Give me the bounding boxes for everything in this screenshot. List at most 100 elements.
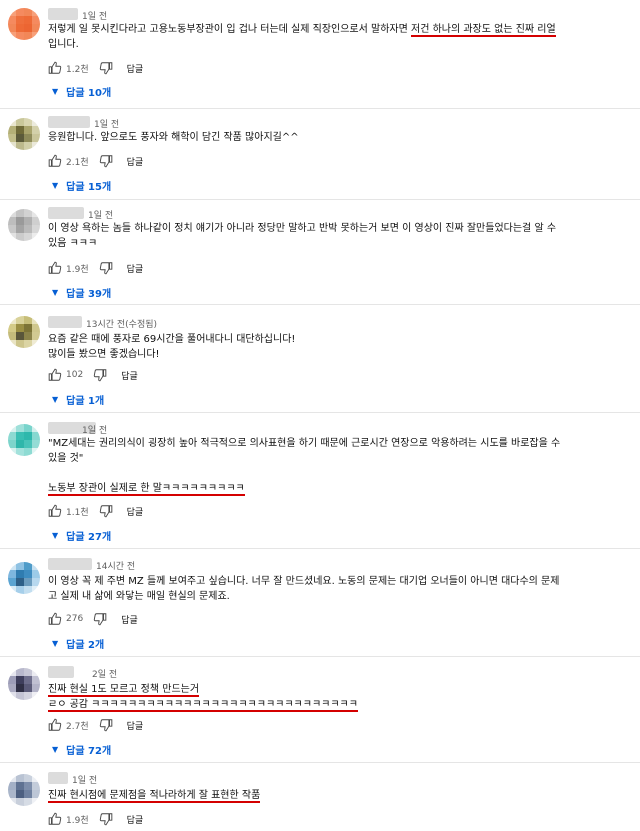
chevron-down-icon: ▼ — [52, 180, 59, 190]
separator — [0, 548, 640, 549]
reply-button[interactable]: 답글 — [127, 719, 144, 732]
like-count: 2.7천 — [66, 721, 89, 732]
comment-actions: 2.7천 답글 — [48, 718, 143, 732]
author-name[interactable] — [48, 558, 92, 570]
reply-button[interactable]: 답글 — [127, 813, 144, 826]
view-replies-button[interactable]: ▼ 답글 15개 — [52, 178, 112, 193]
replies-label: 답글 39개 — [66, 288, 112, 300]
thumbs-up-icon[interactable] — [48, 368, 62, 382]
view-replies-button[interactable]: ▼ 답글 27개 — [52, 528, 112, 543]
thumbs-down-icon[interactable] — [99, 812, 113, 826]
thumbs-down-icon[interactable] — [99, 154, 113, 168]
avatar[interactable] — [8, 774, 40, 806]
replies-label: 답글 72개 — [66, 745, 112, 757]
comment-text: 이 영상 꼭 제 주변 MZ 들께 보여주고 싶습니다. 너무 잘 만드셨네요.… — [48, 576, 560, 602]
separator — [0, 304, 640, 305]
like-count: 102 — [66, 370, 84, 380]
separator — [0, 199, 640, 200]
thumbs-down-icon[interactable] — [93, 612, 107, 626]
avatar[interactable] — [8, 316, 40, 348]
author-name[interactable] — [48, 116, 90, 128]
chevron-down-icon: ▼ — [52, 394, 59, 404]
highlighted-text-2: ㄹㅇ 공감 ㅋㅋㅋㅋㅋㅋㅋㅋㅋㅋㅋㅋㅋㅋㅋㅋㅋㅋㅋㅋㅋㅋㅋㅋㅋㅋㅋㅋㅋ — [48, 699, 358, 712]
comment-text: 응원합니다. 앞으로도 풍자와 해학이 담긴 작품 많아지길^^ — [48, 132, 299, 143]
replies-label: 답글 10개 — [66, 87, 112, 99]
avatar[interactable] — [8, 424, 40, 456]
comment-text: "MZ세대는 권리의식이 굉장히 높아 적극적으로 의사표현을 하기 때문에 근… — [48, 438, 561, 496]
reply-button[interactable]: 답글 — [121, 613, 138, 626]
author-name[interactable] — [48, 316, 82, 328]
separator — [0, 108, 640, 109]
comment-time[interactable]: 1일 전 — [94, 117, 119, 130]
chevron-down-icon: ▼ — [52, 638, 59, 648]
reply-button[interactable]: 답글 — [127, 62, 144, 75]
like-count: 1.9천 — [66, 264, 89, 275]
view-replies-button[interactable]: ▼ 답글 1개 — [52, 392, 105, 407]
view-replies-button[interactable]: ▼ 답글 39개 — [52, 285, 112, 300]
comment-time[interactable]: 14시간 전 — [96, 559, 135, 572]
reply-button[interactable]: 답글 — [127, 505, 144, 518]
comment-time[interactable]: 1일 전 — [82, 9, 107, 22]
author-name[interactable] — [48, 666, 74, 678]
thumbs-down-icon[interactable] — [99, 718, 113, 732]
view-replies-button[interactable]: ▼ 답글 2개 — [52, 636, 105, 651]
replies-label: 답글 2개 — [66, 639, 105, 651]
comment-time[interactable]: 1일 전 — [88, 208, 113, 221]
author-name[interactable] — [48, 772, 68, 784]
reply-button[interactable]: 답글 — [127, 155, 144, 168]
thumbs-up-icon[interactable] — [48, 261, 62, 275]
comment-actions: 1.9천 답글 — [48, 812, 143, 826]
comment-text: 진짜 현실 1도 모르고 정책 만드는거 ㄹㅇ 공감 ㅋㅋㅋㅋㅋㅋㅋㅋㅋㅋㅋㅋㅋㅋ… — [48, 682, 588, 712]
comment-actions: 1.1천 답글 — [48, 504, 143, 518]
like-count: 1.1천 — [66, 507, 89, 518]
view-replies-button[interactable]: ▼ 답글 72개 — [52, 742, 112, 757]
separator — [0, 656, 640, 657]
reply-button[interactable]: 답글 — [127, 262, 144, 275]
thumbs-up-icon[interactable] — [48, 504, 62, 518]
thumbs-down-icon[interactable] — [99, 504, 113, 518]
like-count: 1.2천 — [66, 64, 89, 75]
like-count: 2.1천 — [66, 157, 89, 168]
comment-actions: 102 답글 — [48, 368, 138, 382]
thumbs-up-icon[interactable] — [48, 812, 62, 826]
comment-text: 요즘 같은 때에 풍자로 69시간을 풀어내다니 대단하십니다! 많이들 봤으면… — [48, 334, 296, 360]
like-count: 276 — [66, 614, 84, 624]
thumbs-up-icon[interactable] — [48, 612, 62, 626]
thumbs-up-icon[interactable] — [48, 718, 62, 732]
comment-time[interactable]: 2일 전 — [92, 667, 117, 680]
avatar[interactable] — [8, 8, 40, 40]
author-name[interactable] — [48, 207, 84, 219]
chevron-down-icon: ▼ — [52, 744, 59, 754]
comment-time[interactable]: 1일 전 — [82, 423, 107, 436]
highlighted-text: 저건 하나의 과장도 없는 진짜 리얼 — [411, 24, 556, 37]
replies-label: 답글 27개 — [66, 531, 112, 543]
separator — [0, 762, 640, 763]
view-replies-button[interactable]: ▼ 답글 10개 — [52, 84, 112, 99]
chevron-down-icon: ▼ — [52, 287, 59, 297]
highlighted-text: 노동부 장관이 실제로 한 말ㅋㅋㅋㅋㅋㅋㅋㅋㅋ — [48, 483, 245, 496]
comment-text: 이 영상 욕하는 놈들 하나같이 정치 얘기가 아니라 정당만 말하고 반박 못… — [48, 223, 557, 249]
chevron-down-icon: ▼ — [52, 530, 59, 540]
avatar[interactable] — [8, 209, 40, 241]
replies-label: 답글 1개 — [66, 395, 105, 407]
highlighted-text: 진짜 현실 1도 모르고 정책 만드는거 — [48, 684, 200, 697]
author-name[interactable] — [48, 8, 78, 20]
comment-text: 진짜 현시점에 문제점을 적나라하게 잘 표현한 작품 — [48, 788, 588, 803]
comment-time[interactable]: 13시간 전(수정됨) — [86, 317, 157, 330]
thumbs-up-icon[interactable] — [48, 154, 62, 168]
comment-actions: 276 답글 — [48, 612, 138, 626]
comment-actions: 1.9천 답글 — [48, 261, 143, 275]
separator — [0, 412, 640, 413]
avatar[interactable] — [8, 118, 40, 150]
thumbs-down-icon[interactable] — [99, 61, 113, 75]
like-count: 1.9천 — [66, 815, 89, 826]
replies-label: 답글 15개 — [66, 181, 112, 193]
avatar[interactable] — [8, 562, 40, 594]
thumbs-up-icon[interactable] — [48, 61, 62, 75]
reply-button[interactable]: 답글 — [121, 369, 138, 382]
comment-time[interactable]: 1일 전 — [72, 773, 97, 786]
thumbs-down-icon[interactable] — [99, 261, 113, 275]
comment-actions: 1.2천 답글 — [48, 61, 143, 75]
thumbs-down-icon[interactable] — [93, 368, 107, 382]
avatar[interactable] — [8, 668, 40, 700]
